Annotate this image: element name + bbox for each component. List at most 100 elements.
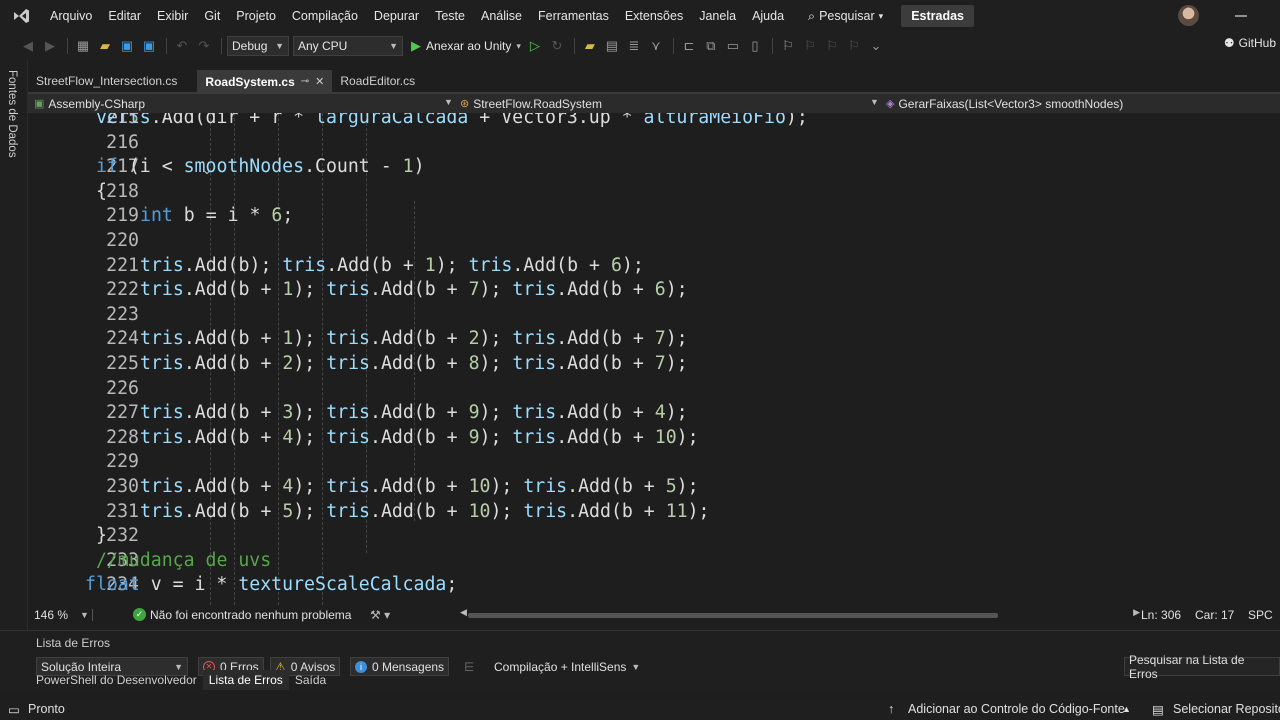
class-dropdown[interactable]: ⊛ StreetFlow.RoadSystem (460, 94, 602, 113)
code-line[interactable]: 229 (28, 449, 1280, 474)
error-list-search[interactable]: Pesquisar na Lista de Erros (1124, 653, 1280, 681)
forward-icon[interactable]: ▶ (40, 36, 60, 56)
code-line[interactable]: 225 tris.Add(b + 2); tris.Add(b + 8); tri… (28, 351, 1280, 376)
code-token: 10 (654, 426, 677, 448)
folder-icon[interactable]: ▰ (580, 36, 600, 56)
code-token: .Add(b + (370, 500, 469, 522)
code-line[interactable]: 231 tris.Add(b + 5); tris.Add(b + 10); tr… (28, 499, 1280, 524)
code-line[interactable]: 227 tris.Add(b + 3); tris.Add(b + 9); tri… (28, 400, 1280, 425)
start-without-debug-icon[interactable]: ▷ (525, 36, 545, 56)
close-icon[interactable]: ✕ (315, 71, 324, 93)
configuration-dropdown[interactable]: Debug ▼ (227, 36, 289, 56)
code-line[interactable]: 222 tris.Add(b + 1); tris.Add(b + 7); tri… (28, 277, 1280, 302)
tab-developer-powershell[interactable]: PowerShell do Desenvolvedor (30, 670, 203, 690)
restart-icon[interactable]: ↻ (547, 36, 567, 56)
zoom-level[interactable]: 146 % (34, 608, 68, 622)
member-dropdown[interactable]: ◈ GerarFaixas(List<Vector3> smoothNodes) (886, 94, 1123, 113)
menu-item[interactable]: Editar (100, 0, 149, 32)
layout-icon[interactable]: ▤ (602, 36, 622, 56)
code-line[interactable]: 226 (28, 376, 1280, 401)
data-sources-tab[interactable]: Fontes de Dados (6, 70, 18, 158)
prev-bookmark-icon[interactable]: ⚐ (800, 36, 820, 56)
menu-item[interactable]: Compilação (284, 0, 366, 32)
tab-roadeditor[interactable]: RoadEditor.cs (332, 70, 423, 92)
problems-status[interactable]: Não foi encontrado nenhum problema (150, 608, 351, 622)
messages-filter-button[interactable]: i 0 Mensagens (350, 657, 450, 676)
back-icon[interactable]: ◀ (18, 36, 38, 56)
menu-item[interactable]: Janela (691, 0, 744, 32)
bookmark-icon[interactable]: ⚐ (778, 36, 798, 56)
chevron-up-icon[interactable]: ▲ (1122, 704, 1131, 714)
copy-icon[interactable]: ⧉ (701, 36, 721, 56)
platform-dropdown[interactable]: Any CPU ▼ (293, 36, 403, 56)
pin-icon[interactable]: ⊸ (301, 71, 309, 93)
comment-icon[interactable]: ▭ (723, 36, 743, 56)
visual-studio-logo-icon[interactable] (0, 0, 42, 32)
clear-bookmarks-icon[interactable]: ⚐ (844, 36, 864, 56)
menu-item[interactable]: Teste (427, 0, 473, 32)
whitespace-indicator[interactable]: SPC (1248, 608, 1273, 622)
code-line[interactable]: 221 tris.Add(b); tris.Add(b + 1); tris.Ad… (28, 253, 1280, 278)
menu-item[interactable]: Exibir (149, 0, 196, 32)
code-token: .Add(b + (183, 426, 283, 448)
code-cleanup-icon[interactable]: ⚒ ▾ (370, 608, 390, 622)
attach-unity-button[interactable]: ▶ Anexar ao Unity ▾ (407, 38, 525, 54)
diagnostics-icon[interactable]: ≣ (624, 36, 644, 56)
select-repository-button[interactable]: Selecionar Repositório (1173, 702, 1280, 716)
code-line[interactable]: 215 verts.Add(dir + r * larguraCalcada + … (28, 113, 1280, 130)
save-all-icon[interactable]: ▣ (139, 36, 159, 56)
code-line[interactable]: 233//mudança de uvs (28, 548, 1280, 573)
code-line[interactable]: 232} (28, 523, 1280, 548)
menu-item[interactable]: Análise (473, 0, 530, 32)
code-line[interactable]: 223 (28, 302, 1280, 327)
tab-roadsystem[interactable]: RoadSystem.cs ⊸ ✕ (197, 70, 333, 93)
align-icon[interactable]: ⊏ (679, 36, 699, 56)
menu-item[interactable]: Depurar (366, 0, 427, 32)
code-line[interactable]: 217 ⌄ if (i < smoothNodes.Count - 1) (28, 154, 1280, 179)
scroll-left-icon[interactable]: ◀ (460, 607, 467, 618)
tab-streetflow-intersection[interactable]: StreetFlow_Intersection.cs (28, 70, 185, 92)
save-icon[interactable]: ▣ (117, 36, 137, 56)
avatar[interactable] (1178, 5, 1199, 26)
menu-item[interactable]: Projeto (228, 0, 284, 32)
minimize-icon[interactable] (1233, 8, 1249, 24)
source-control-button[interactable]: Adicionar ao Controle do Código-Fonte (908, 702, 1125, 716)
uncomment-icon[interactable]: ▯ (745, 36, 765, 56)
horizontal-scrollbar[interactable]: ◀ ▶ (460, 607, 1140, 619)
new-project-icon[interactable]: ▦ (73, 36, 93, 56)
chevron-down-icon[interactable]: ▼ (80, 610, 89, 620)
search-menu[interactable]: ⌕ Pesquisar ▾ (798, 9, 893, 24)
tab-error-list[interactable]: Lista de Erros (202, 670, 289, 690)
code-line[interactable]: 219 int b = i * 6; (28, 203, 1280, 228)
line-indicator[interactable]: Ln: 306 (1141, 608, 1181, 622)
project-dropdown[interactable]: ▣ Assembly-CSharp (34, 94, 145, 113)
github-button[interactable]: ⚉ GitHub (1224, 36, 1276, 50)
toolbar-overflow-icon[interactable]: ⌄ (866, 36, 886, 56)
code-line[interactable]: 234 float v = i * textureScaleCalcada; (28, 572, 1280, 597)
open-folder-icon[interactable]: ▰ (95, 36, 115, 56)
menu-item[interactable]: Ferramentas (530, 0, 617, 32)
build-filter-dropdown[interactable]: Compilação + IntelliSens ▼ (490, 657, 644, 676)
menu-item[interactable]: Git (196, 0, 228, 32)
menu-item[interactable]: Extensões (617, 0, 691, 32)
column-indicator[interactable]: Car: 17 (1195, 608, 1234, 622)
next-bookmark-icon[interactable]: ⚐ (822, 36, 842, 56)
redo-icon[interactable]: ↷ (194, 36, 214, 56)
code-line[interactable]: 218{ (28, 179, 1280, 204)
filter-icon[interactable]: ⋎ (646, 36, 666, 56)
code-token: v = i * (139, 574, 239, 596)
tab-output[interactable]: Saída (289, 670, 332, 690)
menu-item[interactable]: Ajuda (744, 0, 792, 32)
code-line[interactable]: 224 tris.Add(b + 1); tris.Add(b + 2); tri… (28, 326, 1280, 351)
code-line[interactable]: 220 (28, 228, 1280, 253)
code-line[interactable]: 230 tris.Add(b + 4); tris.Add(b + 10); tr… (28, 474, 1280, 499)
undo-icon[interactable]: ↶ (172, 36, 192, 56)
filter-icon[interactable]: ⋿ (464, 660, 474, 674)
code-line[interactable]: 228 tris.Add(b + 4); tris.Add(b + 9); tri… (28, 425, 1280, 450)
scrollbar-thumb[interactable] (468, 613, 998, 618)
solution-name[interactable]: Estradas (901, 5, 974, 27)
code-line[interactable]: 216 (28, 130, 1280, 155)
scroll-right-icon[interactable]: ▶ (1133, 607, 1140, 618)
menu-item[interactable]: Arquivo (42, 0, 100, 32)
code-editor[interactable]: 2 1 5 verts.Add(dir + r * larguraCalcada + … (28, 113, 1280, 605)
